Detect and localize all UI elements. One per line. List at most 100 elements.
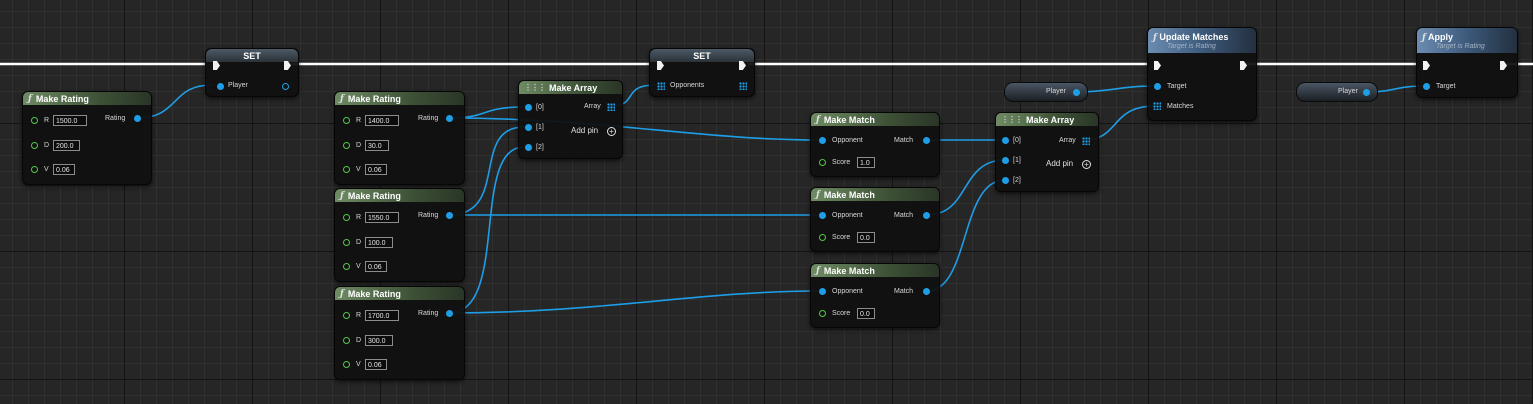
opponent-label: Opponent bbox=[832, 288, 863, 295]
make-array-node[interactable]: ⋮⋮⋮ Make Array [0] [1] [2] Array Add pin … bbox=[518, 80, 623, 159]
score-input-pin[interactable] bbox=[819, 310, 826, 317]
rating-output-pin[interactable] bbox=[446, 310, 453, 317]
d-input-pin[interactable] bbox=[343, 337, 350, 344]
d-value-field[interactable]: 200.0 bbox=[53, 140, 80, 151]
player-output-pin[interactable] bbox=[282, 83, 289, 90]
array-input-pin-2[interactable] bbox=[525, 144, 532, 151]
opponents-output-pin[interactable] bbox=[739, 82, 747, 90]
target-input-pin[interactable] bbox=[1423, 83, 1430, 90]
d-label: D bbox=[356, 142, 362, 149]
r-value-field[interactable]: 1400.0 bbox=[365, 115, 399, 126]
node-header: ƒ Make Match bbox=[811, 113, 939, 126]
update-matches-node[interactable]: ƒ Update Matches Target is Rating Target… bbox=[1147, 27, 1257, 121]
r-value-field[interactable]: 1700.0 bbox=[365, 310, 399, 321]
matches-input-pin[interactable] bbox=[1153, 102, 1161, 110]
d-value-field[interactable]: 300.0 bbox=[365, 335, 393, 346]
player-input-pin[interactable] bbox=[217, 83, 224, 90]
score-input-pin[interactable] bbox=[819, 234, 826, 241]
node-title: Make Rating bbox=[347, 190, 401, 201]
d-value-field[interactable]: 100.0 bbox=[365, 237, 393, 248]
node-title: Apply bbox=[1428, 32, 1454, 42]
array-input-pin-1[interactable] bbox=[1002, 157, 1009, 164]
node-header: ƒ Make Match bbox=[811, 188, 939, 201]
score-input-pin[interactable] bbox=[819, 159, 826, 166]
node-title: Make Array bbox=[1026, 114, 1075, 125]
v-value-field[interactable]: 0.06 bbox=[365, 359, 387, 370]
score-value-field[interactable]: 0.0 bbox=[857, 232, 875, 243]
node-subtitle: Target is Rating bbox=[1167, 43, 1216, 50]
array-output-pin[interactable] bbox=[1082, 137, 1090, 145]
node-title: Make Rating bbox=[347, 288, 401, 299]
make-array-node[interactable]: ⋮⋮⋮ Make Array [0] [1] [2] Array Add pin … bbox=[995, 112, 1099, 192]
v-label: V bbox=[356, 361, 361, 368]
d-value-field[interactable]: 30.0 bbox=[365, 140, 389, 151]
node-header: ⋮⋮⋮ Make Array bbox=[996, 113, 1098, 126]
player-output-pin[interactable] bbox=[1363, 89, 1370, 96]
opponent-input-pin[interactable] bbox=[819, 137, 826, 144]
v-input-pin[interactable] bbox=[31, 166, 38, 173]
r-value-field[interactable]: 1550.0 bbox=[365, 212, 399, 223]
add-pin-icon[interactable]: + bbox=[1082, 160, 1091, 169]
exec-out-pin[interactable] bbox=[1500, 61, 1507, 70]
rating-output-label: Rating bbox=[418, 212, 439, 219]
d-label: D bbox=[44, 142, 50, 149]
make-match-node[interactable]: ƒ Make Match Opponent Match Score 1.0 bbox=[810, 112, 940, 177]
target-label: Target bbox=[1436, 83, 1456, 90]
match-output-pin[interactable] bbox=[923, 288, 930, 295]
make-match-node[interactable]: ƒ Make Match Opponent Match Score 0.0 bbox=[810, 263, 940, 328]
array-input-pin-2[interactable] bbox=[1002, 177, 1009, 184]
v-input-pin[interactable] bbox=[343, 361, 350, 368]
array-output-pin[interactable] bbox=[607, 103, 615, 111]
rating-output-pin[interactable] bbox=[134, 115, 141, 122]
node-header: ƒ Update Matches Target is Rating bbox=[1148, 28, 1256, 53]
v-value-field[interactable]: 0.06 bbox=[365, 261, 387, 272]
r-input-pin[interactable] bbox=[343, 312, 350, 319]
opponents-input-pin[interactable] bbox=[657, 82, 665, 90]
make-match-node[interactable]: ƒ Make Match Opponent Match Score 0.0 bbox=[810, 187, 940, 252]
score-value-field[interactable]: 1.0 bbox=[857, 157, 875, 168]
v-input-pin[interactable] bbox=[343, 166, 350, 173]
set-player-node[interactable]: SET Player bbox=[205, 48, 299, 97]
exec-in-pin[interactable] bbox=[1423, 61, 1430, 70]
player-getter-node[interactable]: Player bbox=[1004, 82, 1088, 102]
exec-in-pin[interactable] bbox=[213, 61, 220, 70]
make-rating-node[interactable]: ƒ Make Rating R 1400.0 D 30.0 V 0.06 Rati… bbox=[334, 91, 465, 185]
player-output-pin[interactable] bbox=[1073, 89, 1080, 96]
opponent-input-pin[interactable] bbox=[819, 212, 826, 219]
make-rating-node[interactable]: ƒ Make Rating R 1550.0 D 100.0 V 0.06 Rat… bbox=[334, 188, 465, 282]
apply-node[interactable]: ƒ Apply Target is Rating Target bbox=[1416, 27, 1518, 98]
array-input-pin-0[interactable] bbox=[525, 104, 532, 111]
make-rating-node[interactable]: ƒ Make Rating R 1700.0 D 300.0 V 0.06 Rat… bbox=[334, 286, 465, 380]
exec-in-pin[interactable] bbox=[657, 61, 664, 70]
opponent-input-pin[interactable] bbox=[819, 288, 826, 295]
node-header: ƒ Make Rating bbox=[335, 189, 464, 202]
d-input-pin[interactable] bbox=[343, 142, 350, 149]
exec-out-pin[interactable] bbox=[1240, 61, 1247, 70]
player-getter-node[interactable]: Player bbox=[1296, 82, 1378, 102]
match-output-pin[interactable] bbox=[923, 212, 930, 219]
set-opponents-node[interactable]: SET Opponents bbox=[649, 48, 755, 97]
score-label: Score bbox=[832, 310, 851, 317]
rating-output-pin[interactable] bbox=[446, 212, 453, 219]
target-input-pin[interactable] bbox=[1154, 83, 1161, 90]
v-value-field[interactable]: 0.06 bbox=[365, 164, 387, 175]
v-value-field[interactable]: 0.06 bbox=[53, 164, 75, 175]
r-input-pin[interactable] bbox=[31, 117, 38, 124]
d-input-pin[interactable] bbox=[31, 142, 38, 149]
rating-output-pin[interactable] bbox=[446, 115, 453, 122]
match-output-pin[interactable] bbox=[923, 137, 930, 144]
array-input-pin-1[interactable] bbox=[525, 124, 532, 131]
r-value-field[interactable]: 1500.0 bbox=[53, 115, 87, 126]
make-rating-node[interactable]: ƒ Make Rating R 1500.0 D 200.0 V 0.06 Rat… bbox=[22, 91, 152, 185]
exec-out-pin[interactable] bbox=[284, 61, 291, 70]
exec-in-pin[interactable] bbox=[1154, 61, 1161, 70]
rating-output-label: Rating bbox=[105, 115, 126, 122]
exec-out-pin[interactable] bbox=[739, 61, 746, 70]
d-input-pin[interactable] bbox=[343, 239, 350, 246]
array-input-pin-0[interactable] bbox=[1002, 137, 1009, 144]
r-input-pin[interactable] bbox=[343, 117, 350, 124]
v-input-pin[interactable] bbox=[343, 263, 350, 270]
add-pin-icon[interactable]: + bbox=[607, 127, 616, 136]
score-value-field[interactable]: 0.0 bbox=[857, 308, 875, 319]
r-input-pin[interactable] bbox=[343, 214, 350, 221]
